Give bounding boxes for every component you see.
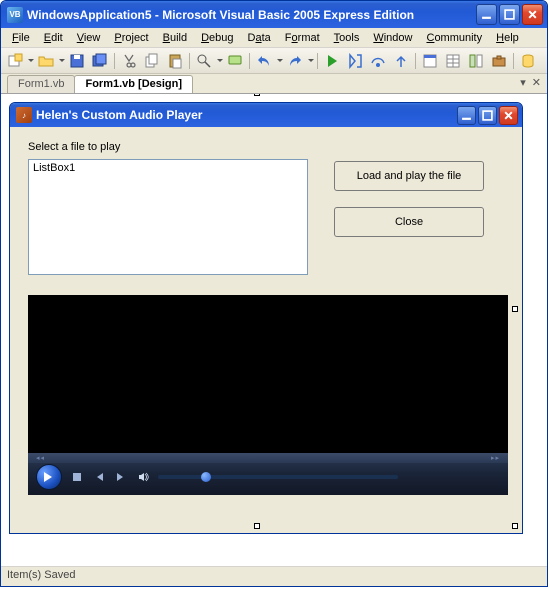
child-window-title: Helen's Custom Audio Player: [36, 108, 202, 122]
menu-view[interactable]: View: [70, 30, 108, 46]
status-text: Item(s) Saved: [7, 569, 75, 581]
step-over-icon[interactable]: [367, 50, 389, 72]
menu-help[interactable]: Help: [489, 30, 526, 46]
play-button[interactable]: [36, 464, 62, 490]
step-into-icon[interactable]: [344, 50, 366, 72]
properties-window-icon[interactable]: [442, 50, 464, 72]
volume-thumb[interactable]: [201, 472, 211, 482]
redo-dropdown[interactable]: [307, 56, 314, 65]
menu-edit[interactable]: Edit: [37, 30, 70, 46]
find-dropdown[interactable]: [216, 56, 223, 65]
menu-file[interactable]: File: [5, 30, 37, 46]
load-play-button[interactable]: Load and play the file: [334, 161, 484, 191]
menu-project[interactable]: Project: [107, 30, 155, 46]
open-icon[interactable]: [35, 50, 57, 72]
menu-data[interactable]: Data: [241, 30, 278, 46]
status-bar: Item(s) Saved: [1, 566, 547, 586]
toolbox-icon[interactable]: [488, 50, 510, 72]
child-form-body[interactable]: Select a file to play ListBox1 Load and …: [10, 127, 522, 533]
select-file-label: Select a file to play: [28, 141, 504, 153]
cut-icon[interactable]: [118, 50, 140, 72]
child-minimize-button[interactable]: [457, 106, 476, 125]
solution-explorer-icon[interactable]: [419, 50, 441, 72]
next-track-button[interactable]: [114, 470, 128, 484]
volume-slider[interactable]: [158, 475, 398, 479]
maximize-button[interactable]: [499, 4, 520, 25]
object-browser-icon[interactable]: [465, 50, 487, 72]
seek-back-icon[interactable]: ◂◂: [36, 454, 45, 462]
ide-window-title: WindowsApplication5 - Microsoft Visual B…: [27, 8, 414, 22]
listbox-item[interactable]: ListBox1: [33, 162, 303, 174]
resize-handle-bottom[interactable]: [254, 523, 260, 529]
undo-icon[interactable]: [253, 50, 275, 72]
menu-tools[interactable]: Tools: [327, 30, 367, 46]
step-out-icon[interactable]: [390, 50, 412, 72]
menu-format[interactable]: Format: [278, 30, 327, 46]
form-designer-surface[interactable]: ♪ Helen's Custom Audio Player Select a f…: [1, 94, 547, 566]
resize-handle-right[interactable]: [512, 306, 518, 312]
tab-list-dropdown[interactable]: ▾: [520, 76, 526, 89]
mute-button[interactable]: [136, 470, 150, 484]
open-dropdown[interactable]: [58, 56, 65, 65]
start-debug-icon[interactable]: [321, 50, 343, 72]
database-explorer-icon[interactable]: [517, 50, 539, 72]
new-project-dropdown[interactable]: [27, 56, 34, 65]
tab-close-button[interactable]: ✕: [532, 76, 541, 89]
main-toolbar: [1, 48, 547, 74]
resize-handle-corner[interactable]: [512, 523, 518, 529]
copy-icon[interactable]: [141, 50, 163, 72]
media-controls-bar: ◂◂ ▸▸: [28, 453, 508, 495]
close-button[interactable]: [522, 4, 543, 25]
stop-button[interactable]: [70, 470, 84, 484]
doc-tab[interactable]: Form1.vb: [7, 75, 75, 93]
child-form-window[interactable]: ♪ Helen's Custom Audio Player Select a f…: [9, 102, 523, 534]
document-tabs: Form1.vbForm1.vb [Design] ▾ ✕: [1, 74, 547, 94]
doc-tab[interactable]: Form1.vb [Design]: [74, 75, 193, 93]
menu-bar: FileEditViewProjectBuildDebugDataFormatT…: [1, 28, 547, 48]
close-form-button[interactable]: Close: [334, 207, 484, 237]
paste-icon[interactable]: [164, 50, 186, 72]
prev-track-button[interactable]: [92, 470, 106, 484]
minimize-button[interactable]: [476, 4, 497, 25]
menu-community[interactable]: Community: [419, 30, 489, 46]
ide-window: VB WindowsApplication5 - Microsoft Visua…: [0, 0, 548, 587]
app-icon: VB: [7, 7, 23, 23]
media-seek-strip[interactable]: ◂◂ ▸▸: [28, 453, 508, 463]
file-listbox[interactable]: ListBox1: [28, 159, 308, 275]
undo-dropdown[interactable]: [276, 56, 283, 65]
media-player-control[interactable]: ◂◂ ▸▸: [28, 295, 508, 495]
child-maximize-button[interactable]: [478, 106, 497, 125]
menu-build[interactable]: Build: [156, 30, 194, 46]
save-all-icon[interactable]: [89, 50, 111, 72]
find-icon[interactable]: [193, 50, 215, 72]
child-app-icon: ♪: [16, 107, 32, 123]
new-project-icon[interactable]: [4, 50, 26, 72]
resize-handle-top[interactable]: [254, 94, 260, 96]
menu-debug[interactable]: Debug: [194, 30, 240, 46]
seek-fwd-icon[interactable]: ▸▸: [491, 454, 500, 462]
child-titlebar[interactable]: ♪ Helen's Custom Audio Player: [10, 103, 522, 127]
comment-icon[interactable]: [224, 50, 246, 72]
child-close-button[interactable]: [499, 106, 518, 125]
save-icon[interactable]: [66, 50, 88, 72]
redo-icon[interactable]: [284, 50, 306, 72]
ide-titlebar[interactable]: VB WindowsApplication5 - Microsoft Visua…: [1, 1, 547, 28]
menu-window[interactable]: Window: [366, 30, 419, 46]
